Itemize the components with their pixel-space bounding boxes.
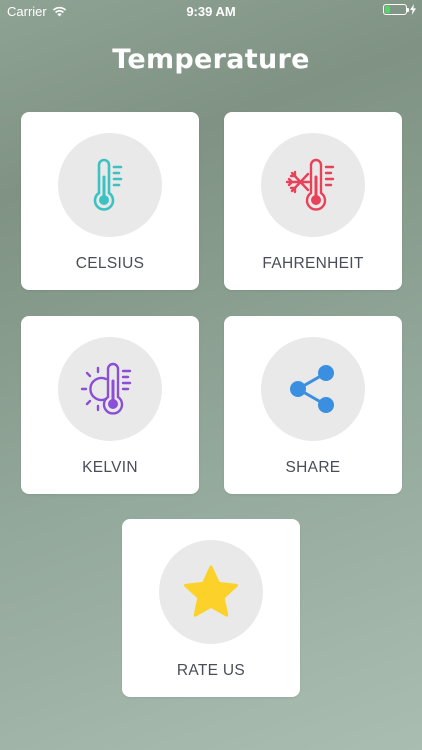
battery-icon: [383, 4, 409, 15]
status-bar: Carrier 9:39 AM: [0, 0, 422, 22]
rate-us-card[interactable]: RATE US: [122, 519, 300, 697]
rate-us-label: RATE US: [176, 662, 246, 679]
share-label: SHARE: [285, 459, 341, 476]
snowflake-thermometer-icon: [285, 158, 335, 211]
fahrenheit-card[interactable]: FAHRENHEIT: [224, 112, 402, 290]
kelvin-icon-circle: [58, 337, 162, 441]
charging-bolt-icon: [410, 4, 416, 15]
sun-thermometer-icon: [80, 362, 132, 415]
page-title: Temperature: [112, 44, 310, 75]
fahrenheit-icon-circle: [261, 133, 365, 237]
star-icon: [184, 565, 238, 617]
fahrenheit-label: FAHRENHEIT: [262, 255, 364, 272]
share-icon-circle: [261, 337, 365, 441]
share-icon: [290, 365, 334, 413]
status-time: 9:39 AM: [186, 4, 236, 19]
share-card[interactable]: SHARE: [224, 316, 402, 494]
battery-level: [385, 6, 390, 13]
kelvin-label: KELVIN: [82, 459, 138, 476]
celsius-card[interactable]: CELSIUS: [21, 112, 199, 290]
celsius-label: CELSIUS: [75, 255, 145, 272]
celsius-icon-circle: [58, 133, 162, 237]
thermometer-icon: [93, 158, 123, 211]
status-right: [383, 4, 416, 15]
rate-icon-circle: [159, 540, 263, 644]
kelvin-card[interactable]: KELVIN: [21, 316, 199, 494]
